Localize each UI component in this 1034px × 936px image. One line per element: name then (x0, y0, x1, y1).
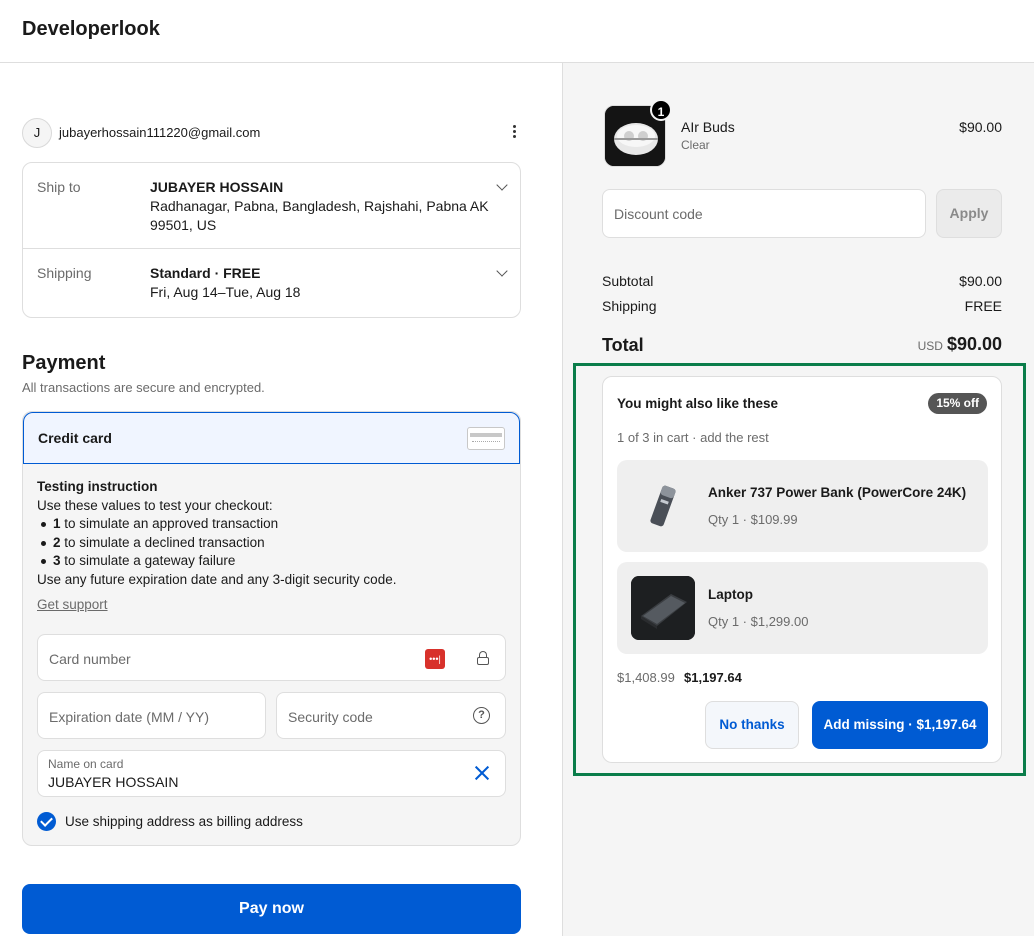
shipping-review: Ship to JUBAYER HOSSAIN Radhanagar, Pabn… (22, 162, 521, 318)
shipping-summary-label: Shipping (602, 298, 657, 314)
discount-code-input[interactable]: Discount code (602, 189, 926, 238)
list-item: 3 to simulate a gateway failure (37, 552, 507, 571)
product-image (631, 474, 695, 538)
list-item-key: 3 (53, 553, 61, 568)
card-number-field[interactable]: Card number •••| (37, 634, 506, 681)
list-item-text: to simulate an approved transaction (64, 516, 279, 531)
upsell-product: Anker 737 Power Bank (PowerCore 24K) Qty… (617, 460, 988, 552)
testing-instruction-list: 1 to simulate an approved transaction 2 … (37, 515, 507, 571)
ship-to-address-line1: Radhanagar, Pabna, Bangladesh, Rajshahi,… (150, 198, 489, 214)
billing-checkbox[interactable] (37, 812, 56, 831)
kebab-icon[interactable] (510, 125, 518, 141)
credit-card-option[interactable]: Credit card (23, 412, 520, 464)
subtotal-label: Subtotal (602, 273, 654, 289)
list-item-text: to simulate a declined transaction (64, 534, 265, 550)
list-item-key: 2 (53, 534, 61, 550)
testing-instruction-footer: Use any future expiration date and any 3… (37, 571, 397, 587)
subtotal-value: $90.00 (959, 273, 1002, 289)
total-currency: USD (917, 339, 943, 353)
payment-subtitle: All transactions are secure and encrypte… (22, 380, 265, 395)
pay-now-button[interactable]: Pay now (22, 884, 521, 934)
ship-to-label: Ship to (37, 179, 81, 195)
testing-instruction-intro: Use these values to test your checkout: (37, 497, 273, 513)
cart-item: 1 AIr Buds Clear $90.00 (604, 99, 1002, 167)
shipping-label: Shipping (37, 265, 92, 281)
credit-card-icon (467, 427, 505, 450)
card-number-placeholder: Card number (49, 651, 131, 667)
item-variant: Clear (681, 138, 710, 152)
security-code-placeholder: Security code (288, 709, 373, 725)
list-item: 1 to simulate an approved transaction (37, 515, 507, 534)
chevron-down-icon[interactable] (496, 179, 508, 191)
no-thanks-button[interactable]: No thanks (705, 701, 799, 749)
ship-to-address-line2: 99501, US (150, 217, 217, 233)
add-missing-button[interactable]: Add missing · $1,197.64 (812, 701, 988, 749)
card-brand-icon: •••| (425, 649, 445, 669)
avatar: J (22, 118, 52, 148)
upsell-title: You might also like these (617, 396, 779, 411)
account-row: J jubayerhossain111220@gmail.com (22, 118, 522, 148)
apply-button[interactable]: Apply (936, 189, 1002, 238)
original-price: $1,408.99 (617, 670, 675, 685)
account-email: jubayerhossain111220@gmail.com (59, 125, 261, 140)
testing-instructions: Testing instruction Use these values to … (37, 478, 507, 615)
testing-instruction-title: Testing instruction (37, 479, 158, 494)
quantity-badge: 1 (650, 99, 672, 121)
store-brand[interactable]: Developerlook (22, 18, 160, 41)
lock-icon (477, 651, 489, 665)
list-item: 2 to simulate a declined transaction (37, 534, 507, 553)
discount-badge: 15% off (928, 393, 987, 414)
get-support-link[interactable]: Get support (37, 596, 108, 615)
expiration-date-field[interactable]: Expiration date (MM / YY) (37, 692, 266, 739)
security-code-field[interactable]: Security code ? (276, 692, 506, 739)
name-on-card-value: JUBAYER HOSSAIN (48, 774, 179, 790)
upsell-card: You might also like these 15% off 1 of 3… (602, 376, 1002, 763)
name-on-card-field[interactable]: Name on card JUBAYER HOSSAIN (37, 750, 506, 797)
total-value: USD $90.00 (918, 334, 1002, 355)
shipping-value: Standard · FREE Fri, Aug 14–Tue, Aug 18 (150, 264, 490, 302)
shipping-dates: Fri, Aug 14–Tue, Aug 18 (150, 284, 301, 300)
list-item-text: to simulate a gateway failure (64, 553, 236, 568)
ship-to-row[interactable]: Ship to JUBAYER HOSSAIN Radhanagar, Pabn… (23, 163, 520, 249)
list-item-key: 1 (53, 516, 61, 531)
header: Developerlook (0, 0, 1034, 63)
ship-to-value: JUBAYER HOSSAIN Radhanagar, Pabna, Bangl… (150, 178, 490, 235)
clear-icon[interactable] (473, 764, 491, 782)
name-on-card-label: Name on card (48, 757, 124, 771)
payment-title: Payment (22, 352, 106, 374)
upsell-subtitle: 1 of 3 in cart · add the rest (617, 430, 769, 445)
expiration-placeholder: Expiration date (MM / YY) (49, 709, 210, 725)
shipping-method: Standard · FREE (150, 265, 261, 281)
billing-checkbox-label: Use shipping address as billing address (65, 814, 303, 829)
discount-placeholder: Discount code (614, 206, 703, 222)
upsell-product-meta: Qty 1 · $1,299.00 (708, 614, 809, 629)
item-name: AIr Buds (681, 119, 735, 135)
product-image (631, 576, 695, 640)
upsell-product-name: Laptop (708, 587, 753, 602)
shipping-summary-row: Shipping FREE (602, 298, 1002, 314)
upsell-product-meta: Qty 1 · $109.99 (708, 512, 798, 527)
help-icon[interactable]: ? (473, 707, 490, 724)
ship-to-name: JUBAYER HOSSAIN (150, 179, 284, 195)
chevron-down-icon[interactable] (496, 265, 508, 277)
total-amount: $90.00 (946, 334, 1002, 354)
shipping-summary-value: FREE (964, 298, 1002, 314)
total-label: Total (602, 335, 644, 355)
credit-card-panel: Credit card Testing instruction Use thes… (22, 411, 521, 846)
discounted-price: $1,197.64 (684, 670, 742, 685)
item-price: $90.00 (959, 119, 1002, 135)
credit-card-label: Credit card (38, 430, 112, 446)
upsell-product: Laptop Qty 1 · $1,299.00 (617, 562, 988, 654)
subtotal-row: Subtotal $90.00 (602, 273, 1002, 289)
shipping-method-row[interactable]: Shipping Standard · FREE Fri, Aug 14–Tue… (23, 249, 520, 318)
upsell-product-name: Anker 737 Power Bank (PowerCore 24K) (708, 485, 967, 500)
